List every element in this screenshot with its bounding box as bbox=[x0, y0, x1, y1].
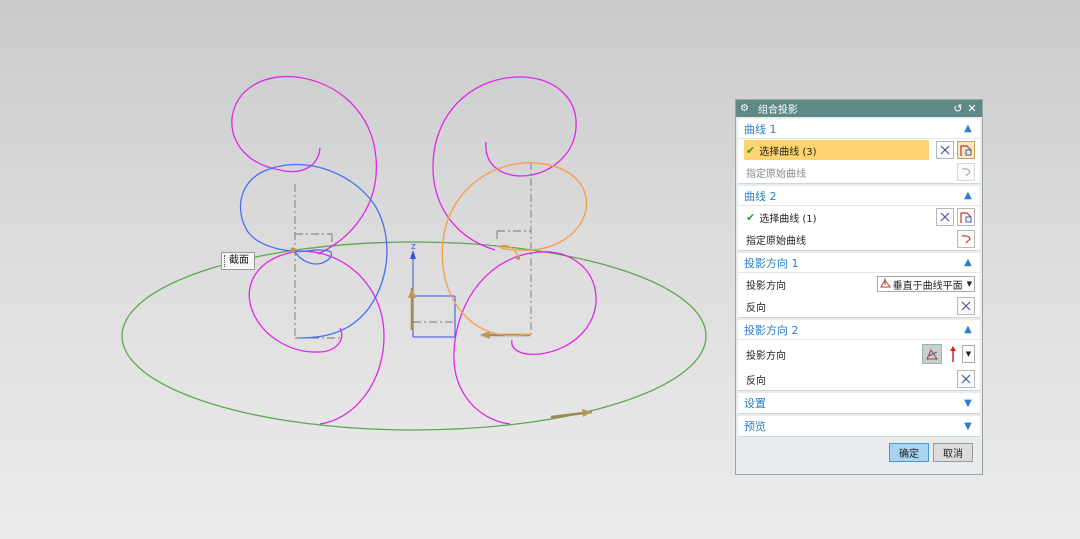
original-curve-icon[interactable] bbox=[957, 230, 975, 248]
curve2-specify-label: 指定原始曲线 bbox=[746, 235, 806, 247]
group-curve1: 曲线 1 ▲ ✔ 选择曲线 (3) 指定原始曲线 bbox=[738, 119, 980, 184]
chevron-up-icon[interactable]: ▲ bbox=[962, 123, 974, 134]
section-label-tag: 截面 bbox=[221, 252, 255, 270]
curve1-select-label: 选择曲线 (3) bbox=[759, 146, 817, 158]
vector-dropdown[interactable]: ▼ bbox=[962, 345, 975, 363]
dialog-footer: 确定 取消 bbox=[736, 437, 982, 462]
direction-arrows bbox=[408, 288, 593, 419]
group-preview-header[interactable]: 预览 ▼ bbox=[738, 416, 980, 436]
curve2-select-row[interactable]: ✔ 选择曲线 (1) bbox=[738, 206, 980, 228]
select-curve-icon[interactable] bbox=[957, 208, 975, 226]
section-label-text: 截面 bbox=[229, 255, 249, 266]
chevron-up-icon[interactable]: ▲ bbox=[962, 190, 974, 201]
chevron-up-icon[interactable]: ▲ bbox=[962, 324, 974, 335]
curve-point-icon bbox=[516, 256, 520, 260]
group-direction1-header[interactable]: 投影方向 1 ▲ bbox=[738, 253, 980, 273]
normal-to-plane-icon bbox=[879, 277, 891, 291]
curve1-select-row[interactable]: ✔ 选择曲线 (3) bbox=[738, 139, 980, 161]
ok-button[interactable]: 确定 bbox=[889, 443, 929, 462]
cancel-button[interactable]: 取消 bbox=[933, 443, 973, 462]
group-curve1-title: 曲线 1 bbox=[744, 122, 777, 136]
chevron-up-icon[interactable]: ▲ bbox=[962, 257, 974, 268]
group-direction2-header[interactable]: 投影方向 2 ▲ bbox=[738, 320, 980, 340]
direction1-reverse-label: 反向 bbox=[746, 302, 766, 314]
select-curve-icon[interactable] bbox=[957, 141, 975, 159]
reverse-icon[interactable] bbox=[957, 297, 975, 315]
checkmark-icon: ✔ bbox=[746, 210, 756, 224]
reverse-icon[interactable] bbox=[957, 370, 975, 388]
group-curve2: 曲线 2 ▲ ✔ 选择曲线 (1) 指定原始曲线 bbox=[738, 186, 980, 251]
checkmark-icon: ✔ bbox=[746, 143, 756, 157]
group-direction2-title: 投影方向 2 bbox=[744, 323, 799, 337]
direction2-label: 投影方向 bbox=[746, 350, 786, 362]
close-icon[interactable]: ✕ bbox=[966, 102, 978, 115]
direction1-reverse-row: 反向 bbox=[738, 295, 980, 317]
group-curve2-title: 曲线 2 bbox=[744, 189, 777, 203]
curve1-specify-label: 指定原始曲线 bbox=[746, 168, 806, 180]
chevron-down-icon[interactable]: ▼ bbox=[962, 398, 974, 409]
group-settings-header[interactable]: 设置 ▼ bbox=[738, 393, 980, 413]
dialog-title: 组合投影 bbox=[758, 105, 798, 116]
curve2-select-label: 选择曲线 (1) bbox=[759, 213, 817, 225]
direction1-row: 投影方向 垂直于曲线平面 ▼ bbox=[738, 273, 980, 295]
direction1-select[interactable]: 垂直于曲线平面 ▼ bbox=[876, 276, 975, 292]
direction1-label: 投影方向 bbox=[746, 280, 786, 292]
direction1-value: 垂直于曲线平面 bbox=[892, 280, 963, 292]
inferred-vector-icon[interactable] bbox=[922, 344, 942, 364]
csys-lines bbox=[412, 255, 456, 338]
original-curve-icon[interactable] bbox=[957, 163, 975, 181]
curve1-specify-row[interactable]: 指定原始曲线 bbox=[738, 161, 980, 183]
group-direction1: 投影方向 1 ▲ 投影方向 垂直于曲线平面 ▼ 反向 bbox=[738, 253, 980, 318]
group-settings: 设置 ▼ bbox=[738, 393, 980, 414]
dialog-title-bar[interactable]: ⚙ 组合投影 ↺ ✕ bbox=[736, 100, 982, 117]
group-settings-title: 设置 bbox=[744, 397, 766, 410]
curve2-specify-row[interactable]: 指定原始曲线 bbox=[738, 228, 980, 250]
section-point-icon bbox=[290, 247, 296, 253]
group-curve2-header[interactable]: 曲线 2 ▲ bbox=[738, 186, 980, 206]
combined-projection-dialog: ⚙ 组合投影 ↺ ✕ 曲线 1 ▲ ✔ 选择曲线 (3) 指定原始曲线 曲线 2… bbox=[735, 99, 983, 475]
vector-arrow-icon bbox=[948, 345, 958, 363]
z-axis-arrow-icon bbox=[410, 250, 416, 259]
gear-icon[interactable]: ⚙ bbox=[740, 103, 752, 114]
reset-icon[interactable]: ↺ bbox=[952, 102, 964, 115]
ellipse-curve[interactable] bbox=[121, 241, 707, 431]
blue-curve[interactable] bbox=[239, 163, 388, 339]
direction2-reverse-row: 反向 bbox=[738, 368, 980, 390]
group-direction1-title: 投影方向 1 bbox=[744, 256, 799, 270]
z-axis-label: Z bbox=[411, 243, 416, 251]
chevron-down-icon[interactable]: ▼ bbox=[962, 421, 974, 432]
curve-rule-icon[interactable] bbox=[936, 208, 954, 226]
group-preview: 预览 ▼ bbox=[738, 416, 980, 437]
group-direction2: 投影方向 2 ▲ 投影方向 ▼ 反向 bbox=[738, 320, 980, 391]
group-preview-title: 预览 bbox=[744, 420, 766, 433]
curve-rule-icon[interactable] bbox=[936, 141, 954, 159]
caret-down-icon: ▼ bbox=[966, 280, 972, 288]
direction2-reverse-label: 反向 bbox=[746, 375, 766, 387]
direction2-row: 投影方向 ▼ bbox=[738, 340, 980, 368]
group-curve1-header[interactable]: 曲线 1 ▲ bbox=[738, 119, 980, 139]
